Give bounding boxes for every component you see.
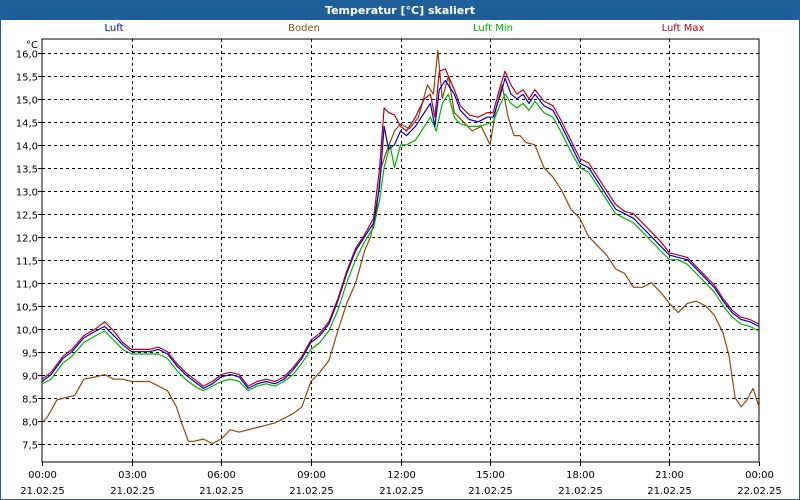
y-tick-label: 12,0: [16, 234, 38, 245]
x-tick-label-date: 21.02.25: [289, 486, 334, 497]
x-tick-label-time: 00:00: [28, 470, 57, 481]
x-tick-label-time: 09:00: [297, 470, 326, 481]
y-tick-label: 12,5: [16, 211, 38, 222]
y-tick-label: 8,0: [22, 418, 38, 429]
x-tick-label-time: 12:00: [387, 470, 416, 481]
x-tick-label-date: 21.02.25: [647, 486, 692, 497]
plot-area: [41, 38, 760, 463]
y-axis-label: °C: [26, 40, 38, 51]
x-tick-label-time: 00:00: [745, 470, 774, 481]
y-tick-label: 11,5: [16, 257, 38, 268]
x-tick-label-time: 03:00: [118, 470, 147, 481]
y-tick-label: 9,0: [22, 372, 38, 383]
x-tick-label-date: 21.02.25: [379, 486, 424, 497]
chart-window: Temperatur [°C] skaliert Luft Boden Luft…: [0, 0, 800, 500]
x-tick-label-time: 06:00: [207, 470, 236, 481]
x-tick-label-date: 21.02.25: [468, 486, 513, 497]
x-tick-label-date: 21.02.25: [199, 486, 244, 497]
y-tick-label: 13,0: [16, 188, 38, 199]
x-tick-label-time: 15:00: [476, 470, 505, 481]
x-tick-label-time: 18:00: [566, 470, 595, 481]
y-tick-label: 8,5: [22, 395, 38, 406]
x-tick-label-date: 22.02.25: [737, 486, 782, 497]
y-tick-label: 16,0: [16, 50, 38, 61]
y-tick-label: 7,5: [22, 441, 38, 452]
y-tick-label: 10,5: [16, 303, 38, 314]
x-tick-label-time: 21:00: [655, 470, 684, 481]
y-tick-label: 14,0: [16, 142, 38, 153]
y-tick-label: 9,5: [22, 349, 38, 360]
y-tick-label: 13,5: [16, 165, 38, 176]
x-tick-label-date: 21.02.25: [20, 486, 65, 497]
y-tick-label: 15,5: [16, 73, 38, 84]
x-tick-label-date: 21.02.25: [558, 486, 603, 497]
y-tick-label: 14,5: [16, 119, 38, 130]
y-tick-label: 10,0: [16, 326, 38, 337]
y-tick-label: 15,0: [16, 96, 38, 107]
x-tick-label-date: 21.02.25: [110, 486, 155, 497]
y-tick-label: 11,0: [16, 280, 38, 291]
line-chart: 7,5 8,0 8,5 9,0 9,5 10,0 10,5 11,0 11,5 12,0 12,5 1…: [16, 38, 782, 497]
